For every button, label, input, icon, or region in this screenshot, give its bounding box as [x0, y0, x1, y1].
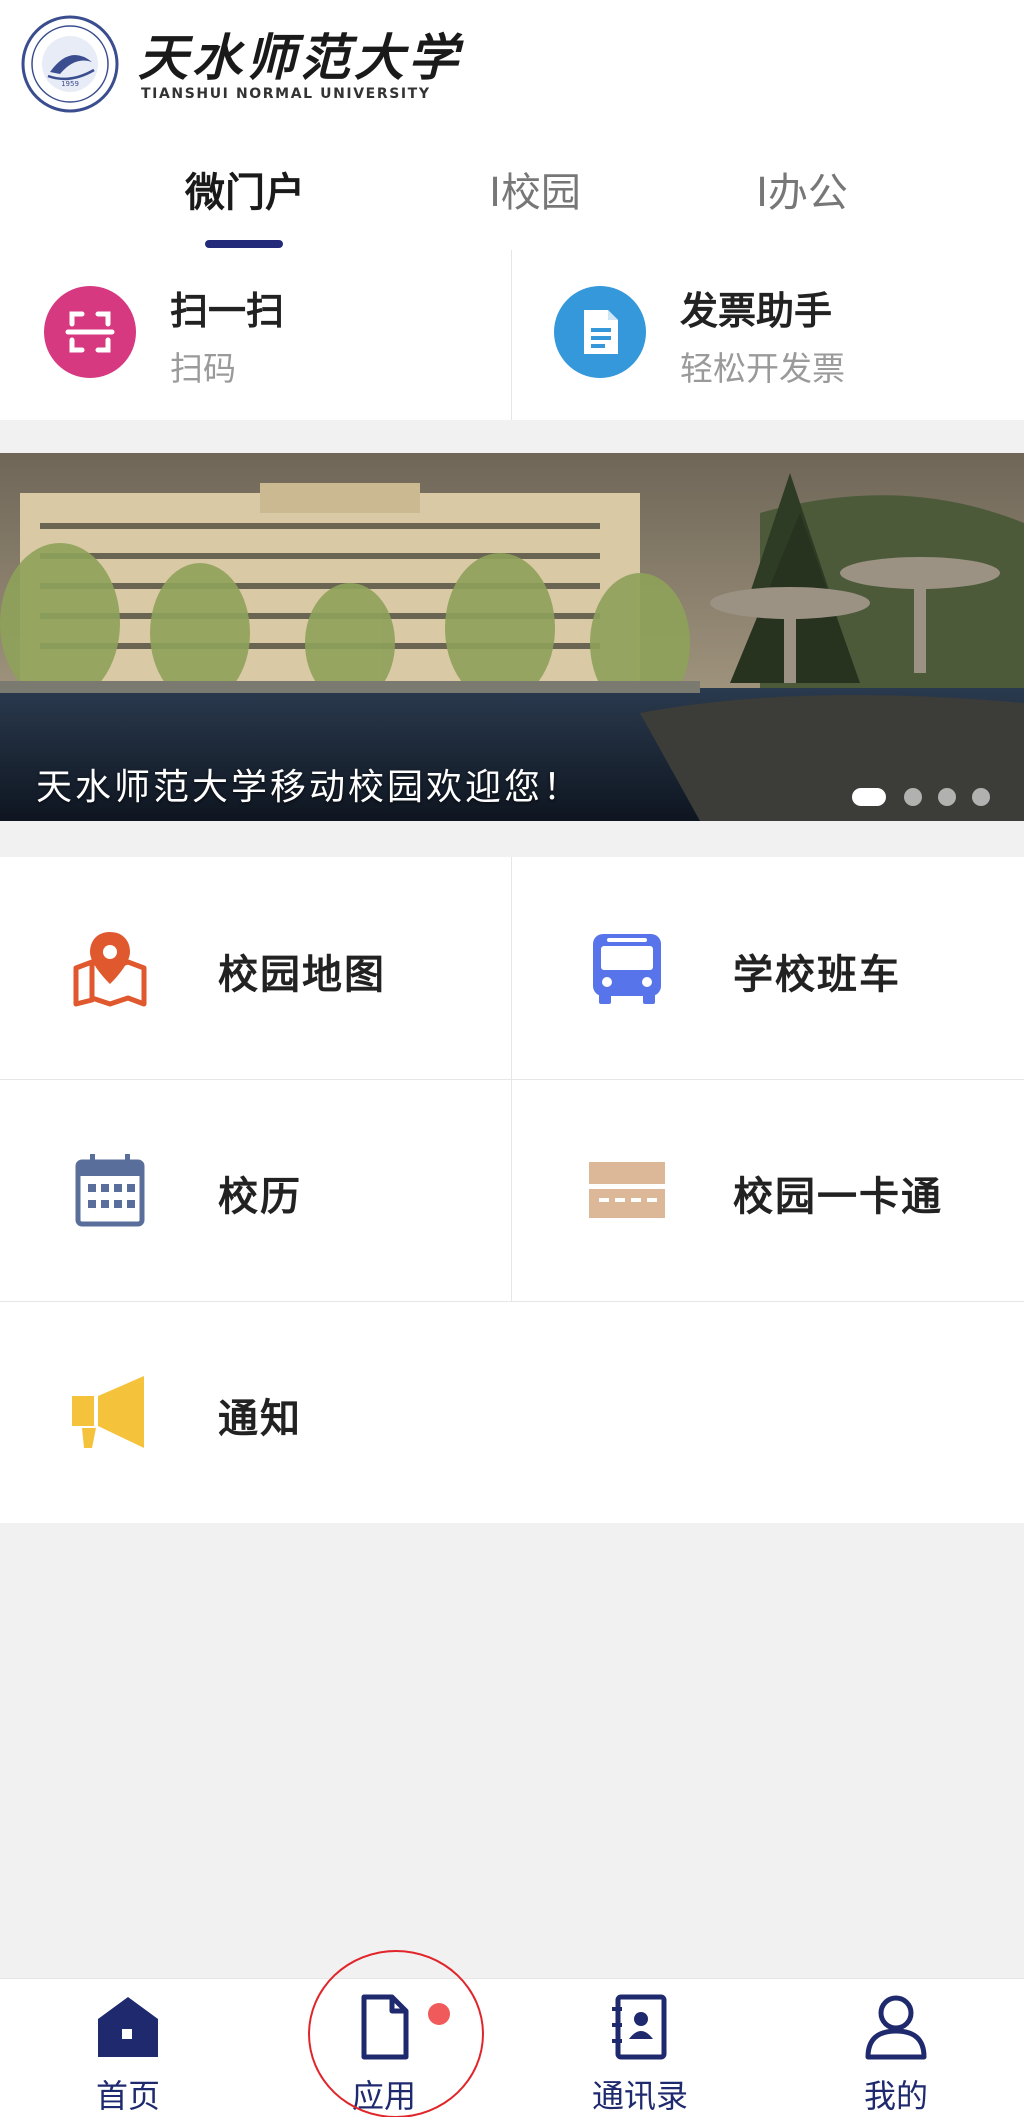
banner-dot-4[interactable] [972, 788, 990, 806]
quick-actions: 扫一扫 扫码 发票助手 轻松开发票 [0, 250, 1024, 420]
scan-title: 扫一扫 [170, 289, 285, 333]
header: 1959 天水师范大学 TIANSHUI NORMAL UNIVERSITY [0, 0, 1024, 130]
scan-subtitle: 扫码 [170, 349, 236, 388]
app-notice[interactable]: 通知 [0, 1301, 511, 1523]
university-emblem-icon: 1959 [21, 15, 119, 113]
megaphone-icon [72, 1376, 144, 1448]
active-tab-indicator [205, 240, 283, 248]
nav-label-apps: 应用 [351, 2077, 416, 2115]
nav-label-contacts: 通讯录 [591, 2077, 688, 2115]
nav-contacts[interactable]: 通讯录 [512, 1979, 768, 2117]
banner-dot-2[interactable] [904, 788, 922, 806]
document-icon [361, 1994, 409, 2060]
university-name-en: TIANSHUI NORMAL UNIVERSITY [141, 86, 431, 102]
tab-i-campus[interactable]: I校园 [455, 160, 615, 220]
app-label-school-bus: 学校班车 [733, 952, 901, 998]
home-icon [98, 1997, 158, 2057]
bottom-nav: 首页 应用 通讯录 我的 [0, 1978, 1024, 2117]
nav-home[interactable]: 首页 [0, 1979, 256, 2117]
tab-i-office[interactable]: I办公 [722, 160, 882, 220]
app-grid: 校园地图 学校班车 校历 校园一卡通 通知 [0, 857, 1024, 1523]
banner-caption: 天水师范大学移动校园欢迎您！ [36, 767, 583, 808]
campus-banner[interactable]: 天水师范大学移动校园欢迎您！ [0, 453, 1024, 821]
app-screen: 1959 天水师范大学 TIANSHUI NORMAL UNIVERSITY 微… [0, 0, 1024, 2117]
invoice-subtitle: 轻松开发票 [680, 349, 845, 388]
map-pin-icon [73, 932, 147, 1007]
calendar-icon [75, 1154, 145, 1227]
card-icon [589, 1162, 665, 1218]
nav-label-me: 我的 [863, 2077, 928, 2115]
scan-icon [44, 286, 136, 378]
bus-icon [593, 934, 661, 1004]
invoice-icon [554, 286, 646, 378]
app-campus-map[interactable]: 校园地图 [0, 857, 511, 1079]
app-label-campus-map: 校园地图 [218, 952, 386, 998]
app-label-school-calendar: 校历 [218, 1174, 302, 1220]
app-label-notice: 通知 [218, 1396, 302, 1442]
app-school-bus[interactable]: 学校班车 [512, 857, 1023, 1079]
nav-me[interactable]: 我的 [768, 1979, 1024, 2117]
invoice-assistant-action[interactable]: 发票助手 轻松开发票 [512, 250, 1023, 420]
invoice-title: 发票助手 [680, 289, 833, 333]
app-school-calendar[interactable]: 校历 [0, 1079, 511, 1301]
university-name-cn: 天水师范大学 [138, 28, 462, 87]
app-label-campus-card: 校园一卡通 [733, 1174, 943, 1220]
top-tabs: 微门户 I校园 I办公 [0, 130, 1024, 250]
user-icon [865, 1995, 927, 2060]
scan-action[interactable]: 扫一扫 扫码 [0, 250, 511, 420]
banner-dot-3[interactable] [938, 788, 956, 806]
notification-badge [428, 2003, 450, 2025]
banner-dot-1[interactable] [852, 788, 886, 806]
tab-micro-portal[interactable]: 微门户 [165, 160, 325, 220]
nav-apps[interactable]: 应用 [256, 1979, 512, 2117]
contacts-icon [612, 1994, 667, 2060]
svg-text:1959: 1959 [61, 80, 79, 88]
nav-label-home: 首页 [95, 2077, 160, 2115]
app-campus-card[interactable]: 校园一卡通 [512, 1079, 1023, 1301]
